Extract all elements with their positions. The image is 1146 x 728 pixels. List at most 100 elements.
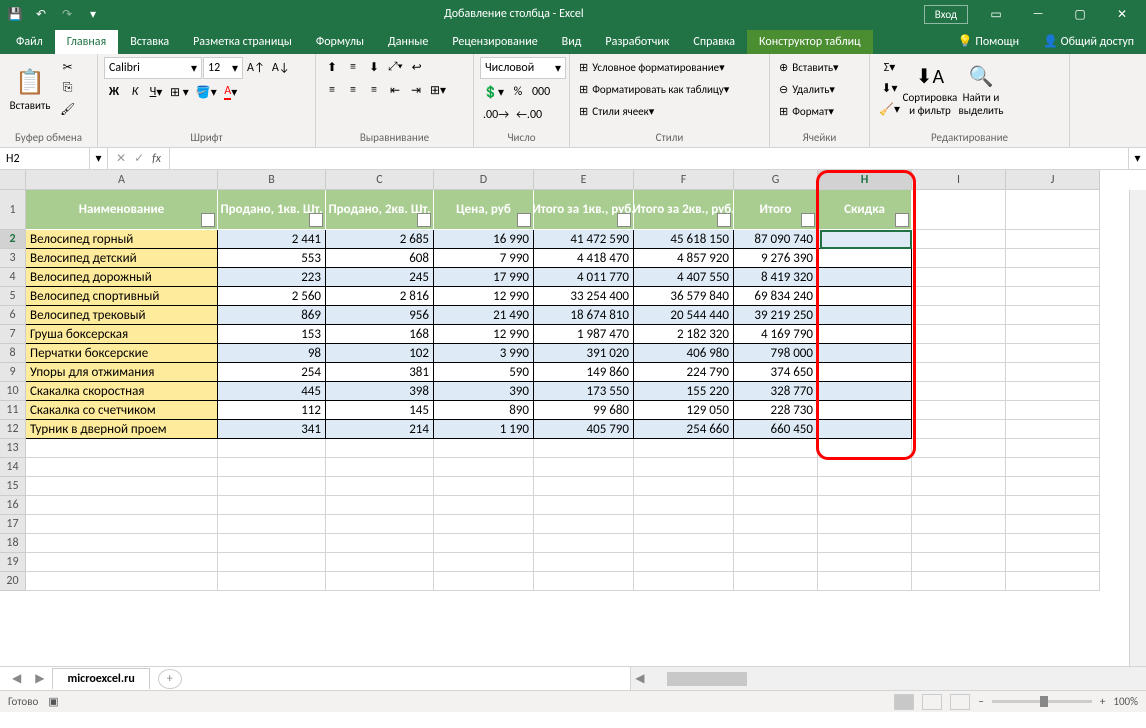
- column-header-I[interactable]: I: [912, 170, 1006, 190]
- align-top-button[interactable]: ⬆: [322, 57, 342, 77]
- cell[interactable]: 2 182 320: [634, 325, 734, 344]
- cell[interactable]: [1006, 344, 1100, 363]
- font-size-select[interactable]: 12 ▾: [203, 57, 243, 79]
- maximize-icon[interactable]: ▢: [1060, 1, 1100, 27]
- increase-font-button[interactable]: A↑: [244, 57, 268, 79]
- cell[interactable]: [1006, 477, 1100, 496]
- cell[interactable]: [1006, 515, 1100, 534]
- cell[interactable]: [912, 344, 1006, 363]
- comma-button[interactable]: 000: [529, 82, 553, 102]
- table-header[interactable]: Цена, руб▾: [434, 190, 534, 230]
- cell[interactable]: [434, 496, 534, 515]
- cell[interactable]: 155 220: [634, 382, 734, 401]
- cell[interactable]: [218, 553, 326, 572]
- underline-button[interactable]: Ч ▾: [146, 82, 166, 102]
- cell[interactable]: 41 472 590: [534, 230, 634, 249]
- cell[interactable]: [912, 249, 1006, 268]
- cell[interactable]: [326, 477, 434, 496]
- filter-dropdown-icon[interactable]: ▾: [895, 213, 909, 227]
- cell[interactable]: [1006, 268, 1100, 287]
- cell[interactable]: [326, 572, 434, 591]
- format-as-table-button[interactable]: ⊞ Форматировать как таблицу ▾: [576, 79, 763, 99]
- cell[interactable]: [218, 572, 326, 591]
- cell[interactable]: [218, 458, 326, 477]
- cell[interactable]: 4 407 550: [634, 268, 734, 287]
- cell[interactable]: 102: [326, 344, 434, 363]
- column-header-G[interactable]: G: [734, 170, 818, 190]
- table-header[interactable]: Наименование▾: [26, 190, 218, 230]
- cell[interactable]: 129 050: [634, 401, 734, 420]
- row-header-3[interactable]: 3: [0, 249, 26, 268]
- cell[interactable]: 890: [434, 401, 534, 420]
- cell[interactable]: 2 816: [326, 287, 434, 306]
- cell-name[interactable]: Упоры для отжимания: [26, 363, 218, 382]
- orientation-button[interactable]: ⤢▾: [385, 57, 406, 77]
- cell[interactable]: [634, 458, 734, 477]
- cell-name[interactable]: Велосипед детский: [26, 249, 218, 268]
- hscroll-thumb[interactable]: [667, 672, 747, 686]
- cell[interactable]: 590: [434, 363, 534, 382]
- cell[interactable]: [1006, 458, 1100, 477]
- cell[interactable]: [1006, 325, 1100, 344]
- cell[interactable]: [534, 553, 634, 572]
- cell[interactable]: [1006, 420, 1100, 439]
- tab-view[interactable]: Вид: [550, 30, 594, 54]
- cell[interactable]: [912, 401, 1006, 420]
- minimize-icon[interactable]: —: [1018, 1, 1058, 27]
- cell[interactable]: 228 730: [734, 401, 818, 420]
- cell[interactable]: [1006, 401, 1100, 420]
- row-header-9[interactable]: 9: [0, 363, 26, 382]
- cell-name[interactable]: Груша боксерская: [26, 325, 218, 344]
- column-header-H[interactable]: H: [818, 170, 912, 190]
- cell[interactable]: [434, 553, 534, 572]
- tab-home[interactable]: Главная: [55, 30, 118, 54]
- font-color-button[interactable]: А▾: [221, 82, 241, 102]
- cell[interactable]: 7 990: [434, 249, 534, 268]
- align-bottom-button[interactable]: ⬇: [364, 57, 384, 77]
- row-header-6[interactable]: 6: [0, 306, 26, 325]
- cell[interactable]: 21 490: [434, 306, 534, 325]
- cell[interactable]: [1006, 572, 1100, 591]
- percent-button[interactable]: %: [508, 82, 528, 102]
- currency-button[interactable]: 💲▾: [480, 82, 507, 102]
- cell[interactable]: [218, 534, 326, 553]
- row-header-4[interactable]: 4: [0, 268, 26, 287]
- column-header-F[interactable]: F: [634, 170, 734, 190]
- cell[interactable]: 39 219 250: [734, 306, 818, 325]
- conditional-formatting-button[interactable]: ⊞ Условное форматирование ▾: [576, 57, 763, 77]
- cell[interactable]: [912, 382, 1006, 401]
- cell[interactable]: 869: [218, 306, 326, 325]
- cell[interactable]: [912, 439, 1006, 458]
- cell[interactable]: [818, 249, 912, 268]
- cell[interactable]: 374 650: [734, 363, 818, 382]
- tab-formulas[interactable]: Формулы: [304, 30, 376, 54]
- row-header-15[interactable]: 15: [0, 477, 26, 496]
- tellme-button[interactable]: 💡 Помощн: [946, 29, 1031, 54]
- cell[interactable]: 553: [218, 249, 326, 268]
- copy-button[interactable]: ⎘: [57, 78, 78, 98]
- cell[interactable]: [26, 553, 218, 572]
- cell[interactable]: [818, 477, 912, 496]
- find-select-button[interactable]: 🔍 Найти и выделить: [957, 57, 1005, 123]
- cell[interactable]: [912, 458, 1006, 477]
- cell[interactable]: [734, 572, 818, 591]
- row-header-18[interactable]: 18: [0, 534, 26, 553]
- row-header-14[interactable]: 14: [0, 458, 26, 477]
- cell[interactable]: [26, 515, 218, 534]
- filter-dropdown-icon[interactable]: ▾: [617, 213, 631, 227]
- cell[interactable]: [534, 515, 634, 534]
- column-header-D[interactable]: D: [434, 170, 534, 190]
- cell[interactable]: [26, 534, 218, 553]
- cell[interactable]: [818, 287, 912, 306]
- cell[interactable]: [912, 325, 1006, 344]
- sheet-tab[interactable]: microexcel.ru: [52, 668, 149, 689]
- cell[interactable]: [818, 382, 912, 401]
- format-cells-button[interactable]: ⊞ Формат ▾: [776, 101, 863, 121]
- cell[interactable]: 2 441: [218, 230, 326, 249]
- cell[interactable]: [818, 306, 912, 325]
- cell[interactable]: [434, 515, 534, 534]
- macro-record-icon[interactable]: ▣: [48, 695, 58, 708]
- cell[interactable]: 381: [326, 363, 434, 382]
- row-header-5[interactable]: 5: [0, 287, 26, 306]
- enter-formula-icon[interactable]: ✓: [134, 151, 144, 166]
